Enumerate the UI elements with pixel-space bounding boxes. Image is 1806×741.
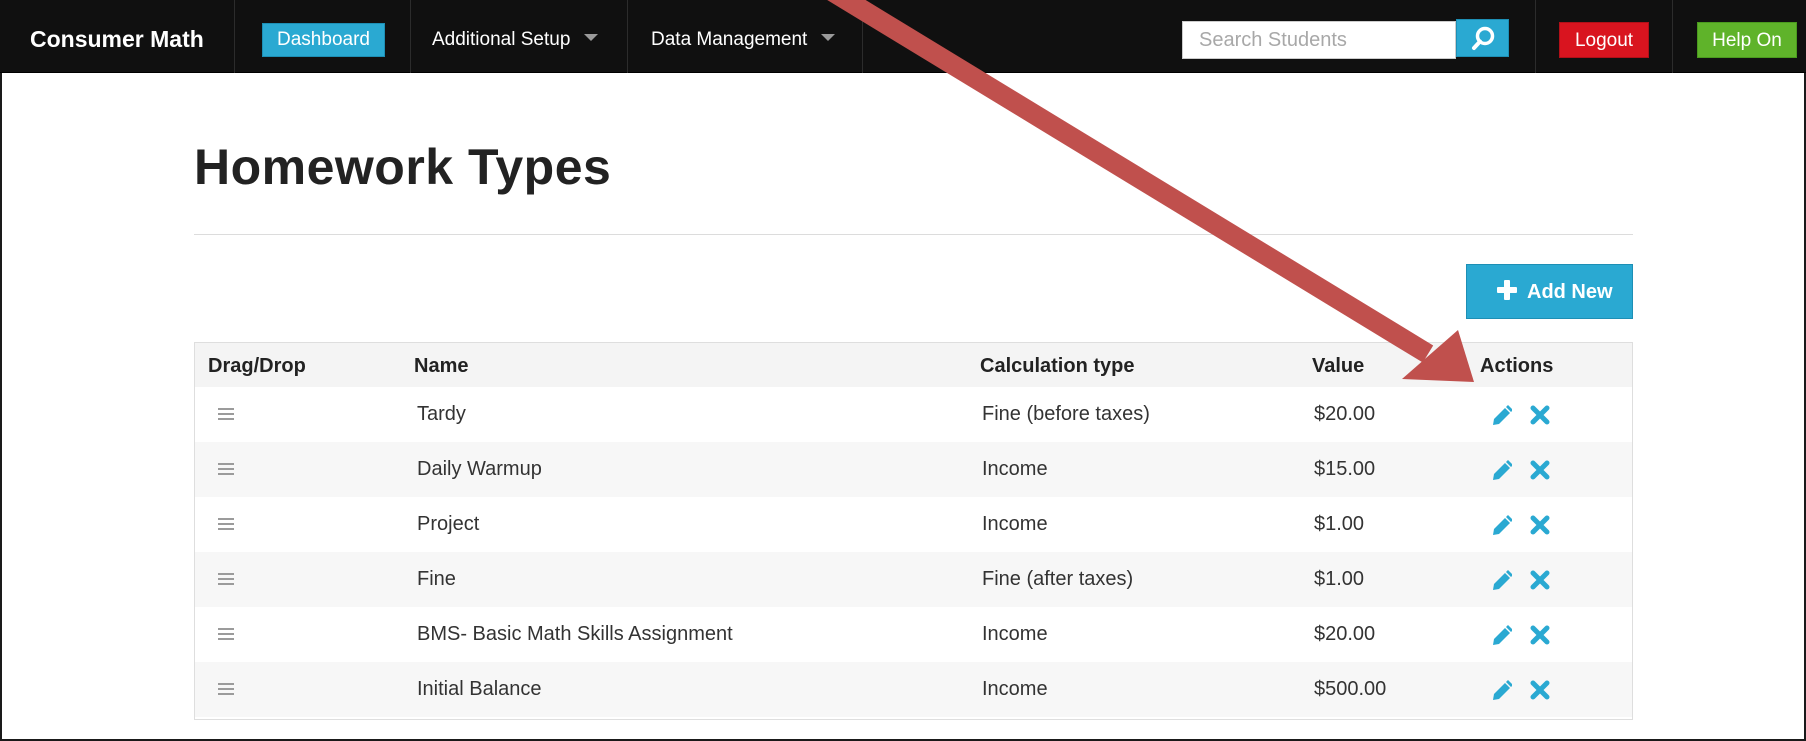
cell-name: Project bbox=[417, 513, 480, 535]
brand-logo[interactable]: Consumer Math bbox=[30, 0, 204, 73]
cell-name: Tardy bbox=[417, 403, 466, 425]
close-icon[interactable] bbox=[1529, 404, 1551, 426]
cell-value: $20.00 bbox=[1314, 403, 1376, 425]
additional-setup-label: Additional Setup bbox=[432, 29, 571, 50]
plus-icon bbox=[1497, 280, 1517, 300]
close-icon[interactable] bbox=[1529, 679, 1551, 701]
search-input[interactable] bbox=[1182, 21, 1456, 59]
table-row: Initial Balance Income $500.00 bbox=[195, 662, 1632, 717]
drag-handle-icon[interactable] bbox=[218, 518, 234, 530]
table-row: Daily Warmup Income $15.00 bbox=[195, 442, 1632, 497]
drag-handle-icon[interactable] bbox=[218, 463, 234, 475]
cell-name: Initial Balance bbox=[417, 678, 542, 700]
table-row: Fine Fine (after taxes) $1.00 bbox=[195, 552, 1632, 607]
cell-calculation-type: Income bbox=[982, 623, 1048, 645]
drag-handle-icon[interactable] bbox=[218, 573, 234, 585]
table-row: Tardy Fine (before taxes) $20.00 bbox=[195, 387, 1632, 442]
cell-calculation-type: Income bbox=[982, 513, 1048, 535]
close-icon[interactable] bbox=[1529, 569, 1551, 591]
column-header-drag: Drag/Drop bbox=[208, 355, 306, 377]
drag-handle-icon[interactable] bbox=[218, 628, 234, 640]
additional-setup-menu[interactable]: Additional Setup bbox=[432, 0, 599, 73]
nav-divider bbox=[627, 0, 628, 73]
close-icon[interactable] bbox=[1529, 459, 1551, 481]
cell-value: $20.00 bbox=[1314, 623, 1376, 645]
nav-divider bbox=[1672, 0, 1673, 73]
column-header-calculation: Calculation type bbox=[980, 355, 1135, 377]
close-icon[interactable] bbox=[1529, 514, 1551, 536]
pencil-icon[interactable] bbox=[1490, 514, 1512, 536]
logout-button[interactable]: Logout bbox=[1559, 22, 1649, 58]
add-new-button[interactable]: Add New bbox=[1466, 264, 1633, 319]
pencil-icon[interactable] bbox=[1490, 624, 1512, 646]
table-row: BMS- Basic Math Skills Assignment Income $… bbox=[195, 607, 1632, 662]
cell-calculation-type: Income bbox=[982, 678, 1048, 700]
pencil-icon[interactable] bbox=[1490, 404, 1512, 426]
homework-types-table: Drag/Drop Name Calculation type Value Ac… bbox=[194, 342, 1633, 720]
title-divider bbox=[194, 234, 1633, 235]
search-icon bbox=[1472, 26, 1495, 50]
pencil-icon[interactable] bbox=[1490, 679, 1512, 701]
add-new-label: Add New bbox=[1527, 281, 1613, 303]
page-title: Homework Types bbox=[194, 139, 612, 195]
pencil-icon[interactable] bbox=[1490, 569, 1512, 591]
cell-value: $500.00 bbox=[1314, 678, 1387, 700]
cell-calculation-type: Fine (after taxes) bbox=[982, 568, 1134, 590]
cell-name: Fine bbox=[417, 568, 456, 590]
close-icon[interactable] bbox=[1529, 624, 1551, 646]
chevron-down-icon bbox=[821, 34, 836, 42]
cell-value: $15.00 bbox=[1314, 458, 1376, 480]
cell-calculation-type: Income bbox=[982, 458, 1048, 480]
cell-value: $1.00 bbox=[1314, 513, 1365, 535]
column-header-name: Name bbox=[414, 355, 469, 377]
cell-name: BMS- Basic Math Skills Assignment bbox=[417, 623, 733, 645]
help-toggle-button[interactable]: Help On bbox=[1697, 22, 1797, 58]
dashboard-button[interactable]: Dashboard bbox=[262, 23, 385, 57]
drag-handle-icon[interactable] bbox=[218, 408, 234, 420]
data-management-label: Data Management bbox=[651, 29, 808, 50]
table-row: Project Income $1.00 bbox=[195, 497, 1632, 552]
column-header-value: Value bbox=[1312, 355, 1365, 377]
cell-calculation-type: Fine (before taxes) bbox=[982, 403, 1150, 425]
pencil-icon[interactable] bbox=[1490, 459, 1512, 481]
chevron-down-icon bbox=[584, 34, 599, 42]
search-button[interactable] bbox=[1456, 19, 1509, 57]
nav-divider bbox=[1535, 0, 1536, 73]
top-navbar: Consumer Math Dashboard Additional Setup… bbox=[0, 0, 1806, 73]
cell-name: Daily Warmup bbox=[417, 458, 542, 480]
cell-value: $1.00 bbox=[1314, 568, 1365, 590]
nav-divider bbox=[862, 0, 863, 73]
nav-divider bbox=[410, 0, 411, 73]
table-header: Drag/Drop Name Calculation type Value Ac… bbox=[195, 343, 1632, 387]
column-header-actions: Actions bbox=[1480, 355, 1554, 377]
drag-handle-icon[interactable] bbox=[218, 683, 234, 695]
data-management-menu[interactable]: Data Management bbox=[651, 0, 836, 73]
nav-divider bbox=[234, 0, 235, 73]
